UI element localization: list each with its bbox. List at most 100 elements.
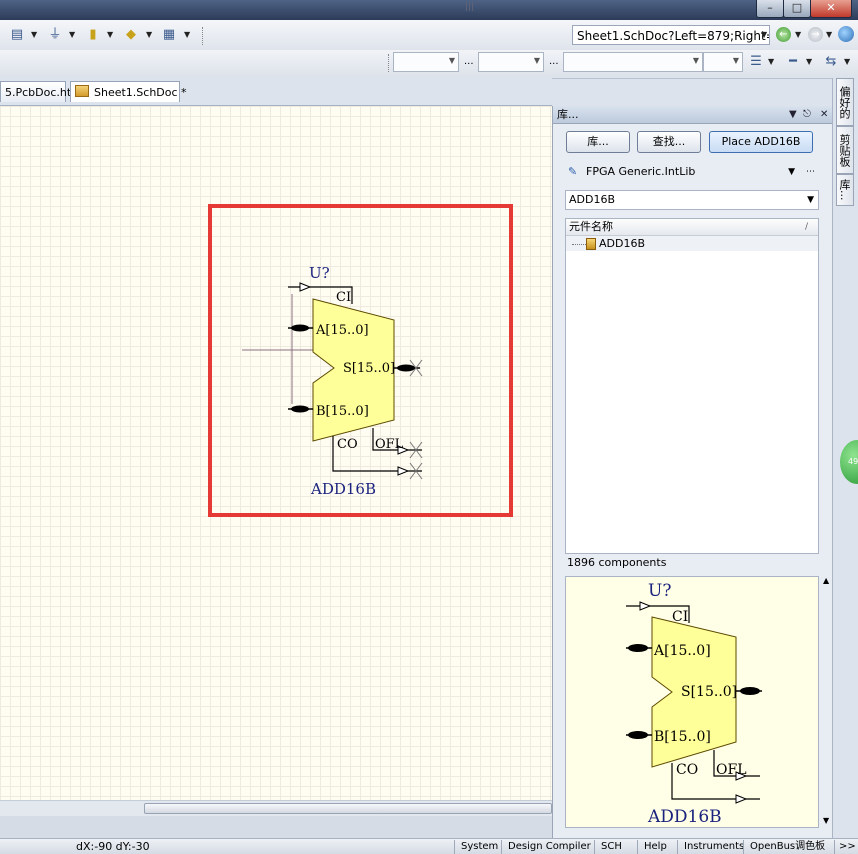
back-icon[interactable]: ← bbox=[776, 27, 791, 42]
more-icon[interactable]: ⋯ bbox=[806, 163, 815, 181]
tab-sheet1[interactable]: Sheet1.SchDoc * bbox=[70, 81, 187, 102]
combo-box-2[interactable]: ▼ bbox=[478, 52, 544, 72]
schematic-drawing: U? CI A[15..0] S[15..0] B[15..0] CO OFL … bbox=[208, 204, 513, 517]
status-button-sch[interactable]: SCH bbox=[594, 840, 628, 854]
chevron-down-icon: ▼ bbox=[732, 56, 739, 65]
chevron-down-icon[interactable]: ▼ bbox=[761, 26, 767, 44]
status-button-instruments[interactable]: Instruments bbox=[677, 840, 750, 854]
swap-icon[interactable]: ⇆ bbox=[820, 53, 842, 71]
line-style-icon[interactable]: ━ bbox=[782, 53, 804, 71]
tab-pcbdoc[interactable]: 5.PcbDoc.htm bbox=[0, 81, 82, 102]
list-header[interactable]: 元件名称 / bbox=[566, 219, 818, 236]
preview-pin-ci-label: CI bbox=[672, 609, 688, 625]
scroll-up-icon[interactable]: ▲ bbox=[823, 576, 829, 585]
preview-pin-b-bus bbox=[628, 731, 648, 739]
address-input[interactable]: Sheet1.SchDoc?Left=879;Right= bbox=[572, 25, 770, 45]
tree-line bbox=[572, 236, 586, 245]
preview-designator: U? bbox=[648, 581, 671, 601]
preview-pin-s-label: S[15..0] bbox=[681, 684, 737, 700]
combo-box-4[interactable]: ▼ bbox=[703, 52, 743, 72]
library-panel-title: 库... bbox=[557, 108, 579, 121]
status-button-openbus[interactable]: OpenBus调色板 bbox=[743, 840, 834, 854]
status-button-system[interactable]: System bbox=[454, 840, 504, 854]
library-select[interactable]: ✎ FPGA Generic.IntLib ▼ ⋯ bbox=[565, 163, 819, 183]
schematic-doc-icon bbox=[75, 85, 89, 97]
forward-icon[interactable]: → bbox=[808, 27, 823, 42]
chevron-down-icon[interactable]: ▼ bbox=[69, 26, 75, 44]
status-button-design-compiler[interactable]: Design Compiler bbox=[501, 840, 597, 854]
chevron-down-icon[interactable]: ▼ bbox=[146, 26, 152, 44]
preview-pin-co-arrow bbox=[735, 794, 748, 804]
preview-pin-ci-arrow bbox=[639, 601, 652, 611]
pin-s-bus bbox=[397, 364, 415, 372]
more-icon[interactable]: ... bbox=[464, 56, 474, 67]
schematic-canvas[interactable]: U? CI A[15..0] S[15..0] B[15..0] CO OFL … bbox=[0, 106, 552, 801]
address-text: Sheet1.SchDoc?Left=879;Right= bbox=[577, 29, 770, 43]
pin-icon[interactable]: ⎋ bbox=[803, 106, 811, 123]
combo-box-3[interactable]: ▼ bbox=[563, 52, 703, 72]
place-component-button[interactable]: Place ADD16B bbox=[709, 131, 813, 153]
library-select-value: FPGA Generic.IntLib bbox=[586, 165, 696, 178]
chevron-down-icon[interactable]: ▼ bbox=[31, 26, 37, 44]
scroll-down-icon[interactable]: ▼ bbox=[823, 816, 829, 825]
chevron-down-icon[interactable]: ▼ bbox=[844, 53, 850, 71]
scroll-thumb[interactable] bbox=[144, 803, 552, 814]
preview-pin-a-label: A[15..0] bbox=[653, 643, 711, 659]
libraries-button[interactable]: 库... bbox=[566, 131, 630, 153]
close-icon[interactable]: ✕ bbox=[820, 106, 828, 123]
status-bar: dX:-90 dY:-30 System Design Compiler SCH… bbox=[0, 838, 858, 854]
panel-menu-icon[interactable]: ▼ bbox=[789, 106, 797, 123]
component-preview: U? CI A[15..0] S[15..0] B[15..0] CO OFL … bbox=[565, 576, 819, 828]
chevron-down-icon: ▼ bbox=[533, 56, 540, 65]
dock-tab-libraries[interactable]: 库... bbox=[836, 174, 854, 206]
chevron-down-icon: ▼ bbox=[807, 195, 814, 205]
component-filter-input[interactable]: ADD16B ▼ bbox=[565, 190, 819, 210]
dock-tab-label: 剪贴板 bbox=[838, 133, 851, 167]
pin-co-label: CO bbox=[337, 437, 358, 452]
toolbar-separator bbox=[388, 54, 389, 72]
port-icon[interactable]: ◆ bbox=[120, 26, 142, 44]
pin-a-bus bbox=[291, 324, 309, 332]
more-icon[interactable]: ... bbox=[549, 56, 559, 67]
chevron-down-icon: ▼ bbox=[788, 167, 795, 177]
horizontal-scrollbar[interactable] bbox=[0, 800, 552, 817]
dock-tab-label: 偏好的 bbox=[838, 85, 851, 119]
align-icon[interactable]: ▤ bbox=[6, 26, 28, 44]
chevron-down-icon[interactable]: ▼ bbox=[826, 26, 832, 44]
combo-box-1[interactable]: ▼ bbox=[393, 52, 459, 72]
filter-value: ADD16B bbox=[569, 193, 616, 206]
minimize-button[interactable]: – bbox=[756, 0, 784, 18]
chevron-down-icon[interactable]: ▼ bbox=[184, 26, 190, 44]
tab-label: Sheet1.SchDoc * bbox=[94, 86, 187, 99]
search-button[interactable]: 查找... bbox=[637, 131, 701, 153]
component-list[interactable]: 元件名称 / ADD16B bbox=[565, 218, 819, 554]
list-icon[interactable]: ☰ bbox=[745, 53, 767, 71]
pin-ci-label: CI bbox=[336, 290, 351, 305]
toolbar-separator bbox=[202, 27, 203, 45]
pin-s-label: S[15..0] bbox=[343, 361, 395, 376]
close-button[interactable]: ✕ bbox=[810, 0, 852, 18]
grid-icon[interactable]: ▦ bbox=[158, 26, 180, 44]
pin-ci-arrow bbox=[299, 282, 312, 292]
library-panel: 库... ▼ ⎋ ✕ 库... 查找... Place ADD16B ✎ FPGA… bbox=[552, 106, 833, 838]
preview-component-name: ADD16B bbox=[647, 807, 722, 827]
component-count: 1896 components bbox=[567, 556, 667, 569]
dock-tab-label: 库... bbox=[838, 179, 851, 201]
chevron-down-icon[interactable]: ▼ bbox=[107, 26, 113, 44]
ground-icon[interactable]: ⏚ bbox=[44, 26, 66, 44]
home-icon[interactable] bbox=[838, 26, 854, 42]
part-icon[interactable]: ▮ bbox=[82, 26, 104, 44]
maximize-button[interactable]: □ bbox=[783, 0, 811, 18]
library-panel-header: 库... ▼ ⎋ ✕ bbox=[553, 106, 833, 124]
chevron-down-icon[interactable]: ▼ bbox=[806, 53, 812, 71]
chevron-down-icon[interactable]: ▼ bbox=[768, 53, 774, 71]
pin-co-arrow bbox=[397, 466, 410, 476]
component-name-label: ADD16B bbox=[310, 480, 376, 498]
status-button-help[interactable]: Help bbox=[637, 840, 673, 854]
dock-tab-favorites[interactable]: 偏好的 bbox=[836, 78, 854, 126]
preview-pin-ofl-label: OFL bbox=[716, 762, 747, 778]
list-item[interactable]: ADD16B bbox=[566, 236, 818, 251]
status-more-button[interactable]: >> bbox=[834, 840, 858, 854]
dock-tab-clipboard[interactable]: 剪贴板 bbox=[836, 126, 854, 174]
chevron-down-icon[interactable]: ▼ bbox=[795, 26, 801, 44]
